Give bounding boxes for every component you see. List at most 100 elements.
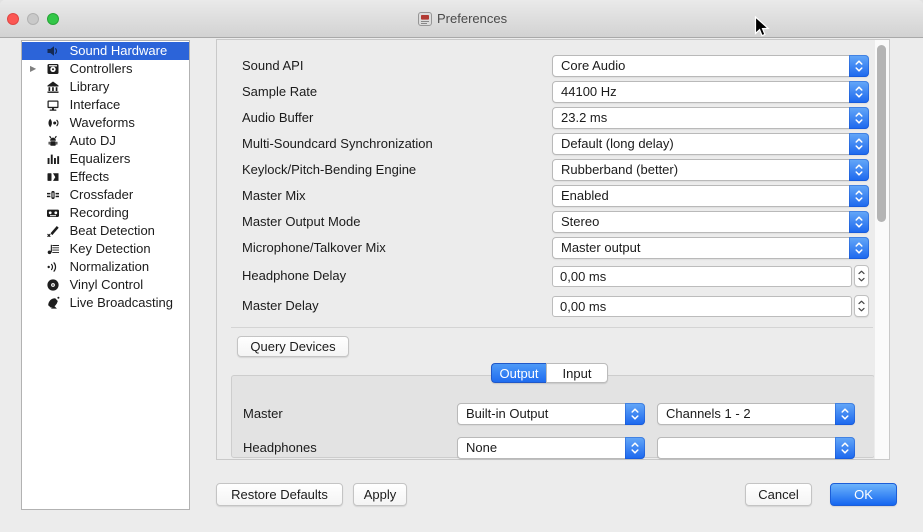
sidebar-item-sound-hardware[interactable]: Sound Hardware: [22, 42, 189, 60]
waveform-icon: [46, 114, 62, 130]
effects-icon: [46, 168, 62, 184]
headphones-device-dropdown[interactable]: None: [457, 437, 645, 459]
headphones-device-row: Headphones None: [232, 437, 874, 459]
library-icon: [46, 78, 62, 94]
tab-input[interactable]: Input: [546, 363, 608, 383]
sidebar-item-key-detection[interactable]: Key Detection: [22, 240, 189, 258]
master-mix-dropdown[interactable]: Enabled: [552, 185, 869, 207]
dropdown-stepper-icon: [849, 55, 869, 77]
close-window-button[interactable]: [7, 13, 19, 25]
sidebar-item-auto-dj[interactable]: Auto DJ: [22, 132, 189, 150]
audio-buffer-dropdown[interactable]: 23.2 ms: [552, 107, 869, 129]
sidebar-item-normalization[interactable]: Normalization: [22, 258, 189, 276]
master-delay-stepper[interactable]: [854, 295, 869, 317]
titlebar[interactable]: Preferences: [0, 0, 923, 38]
keylock-engine-dropdown[interactable]: Rubberband (better): [552, 159, 869, 181]
sidebar-item-label: Effects: [66, 168, 110, 186]
satellite-dish-icon: [46, 294, 62, 310]
master-delay-input[interactable]: 0,00 ms: [552, 296, 852, 317]
form-row-master-output-mode: Master Output Mode Stereo: [217, 211, 889, 233]
sound-hardware-pane: Sound API Core Audio Sample Rate 44100 H…: [216, 39, 890, 460]
scrollbar-thumb[interactable]: [877, 45, 886, 222]
sidebar-item-library[interactable]: Library: [22, 78, 189, 96]
restore-defaults-button[interactable]: Restore Defaults: [216, 483, 343, 506]
equalizer-bars-icon: [46, 150, 62, 166]
microphone-talkover-dropdown[interactable]: Master output: [552, 237, 869, 259]
dropdown-stepper-icon: [849, 159, 869, 181]
cancel-button[interactable]: Cancel: [745, 483, 812, 506]
sidebar-item-recording[interactable]: Recording: [22, 204, 189, 222]
monitor-icon: [46, 96, 62, 112]
apply-button[interactable]: Apply: [353, 483, 407, 506]
zoom-window-button[interactable]: [47, 13, 59, 25]
ok-button[interactable]: OK: [830, 483, 897, 506]
sound-api-dropdown[interactable]: Core Audio: [552, 55, 869, 77]
master-device-dropdown[interactable]: Built-in Output: [457, 403, 645, 425]
tab-output[interactable]: Output: [491, 363, 546, 383]
headphone-delay-stepper[interactable]: [854, 265, 869, 287]
category-list: Sound Hardware ▶ Controllers Library Int…: [22, 41, 189, 312]
form-row-master-mix: Master Mix Enabled: [217, 185, 889, 207]
sidebar-item-interface[interactable]: Interface: [22, 96, 189, 114]
headphone-delay-input[interactable]: 0,00 ms: [552, 266, 852, 287]
section-divider: [231, 327, 873, 328]
vinyl-record-icon: [46, 276, 62, 292]
sidebar-item-label: Crossfader: [66, 186, 134, 204]
sidebar-item-vinyl-control[interactable]: Vinyl Control: [22, 276, 189, 294]
form-row-master-delay: Master Delay 0,00 ms: [217, 295, 889, 317]
master-output-mode-dropdown[interactable]: Stereo: [552, 211, 869, 233]
dropdown-stepper-icon: [849, 185, 869, 207]
dropdown-stepper-icon: [849, 211, 869, 233]
form-row-microphone-talkover-mix: Microphone/Talkover Mix Master output: [217, 237, 889, 259]
preferences-sidebar: Sound Hardware ▶ Controllers Library Int…: [21, 40, 190, 510]
sidebar-item-waveforms[interactable]: Waveforms: [22, 114, 189, 132]
sidebar-item-label: Controllers: [66, 60, 133, 78]
field-label: Sample Rate: [242, 81, 317, 103]
crossfader-icon: [46, 186, 62, 202]
sidebar-item-label: Beat Detection: [66, 222, 155, 240]
sidebar-item-beat-detection[interactable]: Beat Detection: [22, 222, 189, 240]
sidebar-item-label: Key Detection: [66, 240, 151, 258]
form-row-sound-api: Sound API Core Audio: [217, 55, 889, 77]
sidebar-item-live-broadcasting[interactable]: Live Broadcasting: [22, 294, 189, 312]
sidebar-item-label: Auto DJ: [66, 132, 116, 150]
sidebar-item-label: Vinyl Control: [66, 276, 143, 294]
vertical-scrollbar[interactable]: [874, 40, 889, 459]
headphones-channels-dropdown[interactable]: [657, 437, 855, 459]
device-routing-groupbox: Master Built-in Output Channels 1 - 2 He…: [231, 375, 875, 458]
dropdown-stepper-icon: [835, 403, 855, 425]
field-label: Master Output Mode: [242, 211, 361, 233]
sidebar-item-controllers[interactable]: ▶ Controllers: [22, 60, 189, 78]
sidebar-item-label: Live Broadcasting: [66, 294, 173, 312]
app-icon: [418, 12, 432, 29]
preferences-window: Preferences Sound Hardware ▶ Controllers…: [0, 0, 923, 532]
multi-soundcard-sync-dropdown[interactable]: Default (long delay): [552, 133, 869, 155]
query-devices-button[interactable]: Query Devices: [237, 336, 349, 357]
field-label: Audio Buffer: [242, 107, 313, 129]
speaker-icon: [46, 42, 62, 58]
sample-rate-dropdown[interactable]: 44100 Hz: [552, 81, 869, 103]
form-row-sample-rate: Sample Rate 44100 Hz: [217, 81, 889, 103]
tape-icon: [46, 204, 62, 220]
form-row-audio-buffer: Audio Buffer 23.2 ms: [217, 107, 889, 129]
dropdown-stepper-icon: [835, 437, 855, 459]
field-label: Master Mix: [242, 185, 306, 207]
dropdown-stepper-icon: [849, 237, 869, 259]
robot-icon: [46, 132, 62, 148]
minimize-window-button[interactable]: [27, 13, 39, 25]
field-label: Headphone Delay: [242, 265, 346, 287]
controller-icon: [46, 60, 62, 76]
music-note-icon: [46, 240, 62, 256]
disclosure-triangle-icon[interactable]: ▶: [30, 60, 36, 78]
device-row-label: Master: [243, 403, 283, 425]
form-row-multi-soundcard-sync: Multi-Soundcard Synchronization Default …: [217, 133, 889, 155]
dropdown-stepper-icon: [849, 107, 869, 129]
field-label: Microphone/Talkover Mix: [242, 237, 386, 259]
sidebar-item-crossfader[interactable]: Crossfader: [22, 186, 189, 204]
sidebar-item-label: Recording: [66, 204, 129, 222]
field-label: Sound API: [242, 55, 303, 77]
sidebar-item-effects[interactable]: Effects: [22, 168, 189, 186]
sidebar-item-equalizers[interactable]: Equalizers: [22, 150, 189, 168]
master-channels-dropdown[interactable]: Channels 1 - 2: [657, 403, 855, 425]
field-label: Master Delay: [242, 295, 319, 317]
